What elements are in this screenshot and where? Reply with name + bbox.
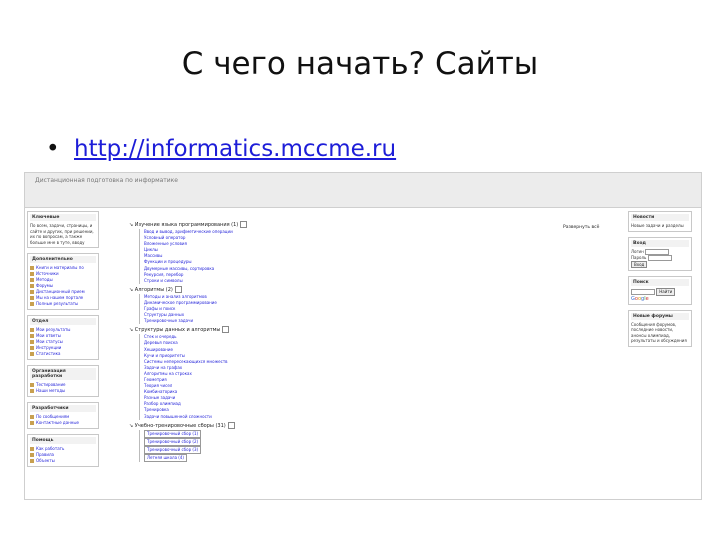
slide-title: С чего начать? Сайты [181, 46, 539, 82]
left-box-dev: Разработчики По сообщениям Контактные да… [27, 402, 99, 429]
section-icon: ↘ [129, 327, 134, 334]
box-title: Разработчики [30, 405, 96, 412]
collapse-icon[interactable] [174, 285, 182, 293]
list-item[interactable]: Контактные данные [30, 420, 96, 426]
login-button-row: Вход [631, 260, 689, 268]
search-input[interactable] [631, 289, 655, 295]
book-icon [30, 278, 34, 282]
box-title: Вход [631, 239, 689, 247]
search-button[interactable]: Найти [656, 288, 676, 296]
google-logo: Google [631, 295, 649, 302]
box-text: Сообщения форумов, последние новости, ан… [631, 321, 687, 344]
book-icon [30, 266, 34, 270]
section-heading[interactable]: ↘ Изучение языка программирования (1) [129, 221, 621, 229]
list-item[interactable]: Летняя школа (4) [144, 453, 621, 462]
site-header: Дистанционная подготовка по информатике [25, 173, 701, 208]
section-heading[interactable]: ↘ Алгоритмы (2) [129, 285, 621, 294]
right-box-forums: Новые форумы Сообщения форумов, последни… [628, 309, 692, 347]
help-icon [30, 447, 34, 451]
box-text: По всем, задачи, страницы, и сайте и дру… [30, 223, 94, 245]
section-body: Тренировочный сбор (1) Тренировочный сбо… [139, 429, 621, 462]
bullet-item: • http://informatics.mccme.ru [46, 136, 396, 162]
box-title: Поиск [631, 279, 689, 286]
password-input[interactable] [647, 254, 672, 261]
left-box-help: Помощь Как работать Правила Объекты [27, 434, 99, 467]
section-body: Стек и очередь Деревья поиска Хешировани… [139, 334, 621, 420]
site-screenshot: Дистанционная подготовка по информатике … [24, 172, 702, 500]
page-icon [30, 383, 34, 387]
book-icon [30, 296, 34, 300]
section-body: Методы и анализ алгоритмов Динамическое … [139, 293, 621, 325]
box-title: Новости [631, 214, 689, 221]
book-icon [30, 272, 34, 276]
list-item[interactable]: Задачи повышенной сложности [144, 414, 621, 420]
list-item[interactable]: Статистика [30, 351, 96, 357]
section-body: Ввод и вывод, арифметические операции Ус… [139, 229, 621, 284]
box-title: Помощь [30, 437, 96, 444]
search-box: Поиск Найти Google [628, 276, 692, 305]
help-icon [30, 453, 34, 457]
collapse-icon[interactable] [240, 221, 248, 228]
list-item[interactable]: Тренировочные задачи [144, 318, 621, 324]
box-title: Новые форумы [631, 312, 689, 320]
list-item[interactable]: Тренировочный сбор (3) [144, 445, 621, 454]
list-item[interactable]: Наши методы [30, 388, 96, 394]
page-icon [30, 415, 34, 419]
right-box-news: Новости Новые задачи и разделы [628, 211, 692, 232]
page-icon [30, 334, 34, 338]
bullet-dot: • [46, 136, 60, 162]
left-box-keys: Ключевые По всем, задачи, страницы, и са… [27, 211, 99, 248]
page-icon [30, 421, 34, 425]
section-icon: ↘ [129, 286, 134, 293]
left-box-section: Отдел Мои результаты Мои ответы Мои стат… [27, 315, 99, 360]
list-item[interactable]: Объекты [30, 458, 96, 464]
login-button[interactable]: Вход [631, 260, 648, 268]
left-box-org: Организация разработки Тестирование Наши… [27, 365, 99, 397]
left-box-extra: Дополнительно Книги и материалы по Источ… [27, 253, 99, 310]
collapse-icon[interactable] [227, 421, 235, 429]
page-icon [30, 340, 34, 344]
box-title: Организация разработки [30, 368, 96, 380]
book-icon [30, 302, 34, 306]
box-title: Ключевые [30, 214, 96, 221]
list-item[interactable]: Строки и символы [144, 278, 621, 284]
left-column: Ключевые По всем, задачи, страницы, и са… [27, 211, 99, 472]
list-item[interactable]: Тренировочный сбор (2) [144, 437, 621, 446]
page-icon [30, 352, 34, 356]
login-box: Вход Логин Пароль Вход [628, 236, 692, 271]
list-item[interactable]: Полные результаты [30, 301, 96, 307]
password-label: Пароль [631, 254, 647, 260]
main-column: Развернуть всё ↘ Изучение языка программ… [129, 221, 621, 464]
list-item[interactable]: Тренировочный сбор (1) [144, 429, 621, 438]
page-icon [30, 328, 34, 332]
page-icon [30, 389, 34, 393]
section-heading[interactable]: ↘ Структуры данных и алгоритмы [129, 326, 621, 334]
box-title: Дополнительно [30, 256, 96, 263]
section-icon: ↘ [129, 422, 134, 429]
login-label: Логин [631, 248, 644, 254]
collapse-icon[interactable] [222, 326, 230, 334]
expand-all-link[interactable]: Развернуть всё [563, 225, 599, 230]
site-header-title: Дистанционная подготовка по информатике [35, 177, 178, 184]
site-url-link[interactable]: http://informatics.mccme.ru [74, 136, 396, 162]
help-icon [30, 459, 34, 463]
page-icon [30, 346, 34, 350]
book-icon [30, 290, 34, 294]
right-column: Новости Новые задачи и разделы Вход Логи… [628, 211, 692, 352]
book-icon [30, 284, 34, 288]
search-row: Найти [631, 288, 689, 296]
box-title: Отдел [30, 318, 96, 325]
section-heading[interactable]: ↘ Учебно-тренировочные сборы (31) [129, 421, 621, 430]
box-text: Новые задачи и разделы [631, 223, 684, 228]
section-icon: ↘ [129, 222, 134, 228]
